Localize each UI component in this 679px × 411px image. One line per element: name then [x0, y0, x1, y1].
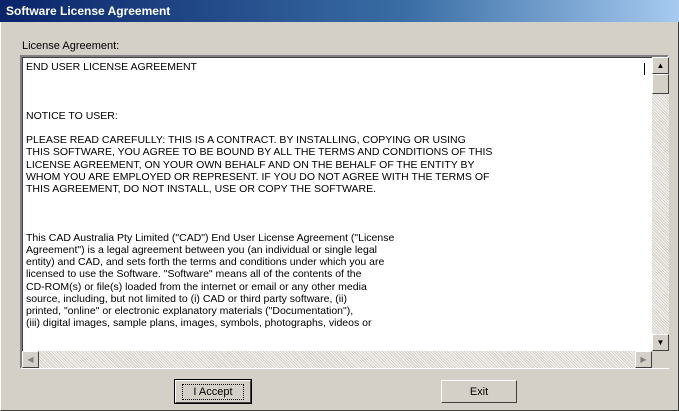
exit-button-label: Exit: [469, 385, 489, 398]
arrow-down-icon: ▼: [656, 338, 665, 347]
arrow-up-icon: ▲: [656, 61, 665, 70]
vertical-scroll-thumb[interactable]: [652, 74, 669, 94]
scroll-left-button[interactable]: ◀: [22, 351, 39, 368]
scroll-up-button[interactable]: ▲: [652, 57, 669, 74]
scroll-down-button[interactable]: ▼: [652, 334, 669, 351]
accept-button[interactable]: I Accept: [174, 379, 252, 404]
arrow-right-icon: ▶: [640, 355, 647, 364]
title-bar[interactable]: Software License Agreement: [0, 0, 679, 22]
license-agreement-label: License Agreement:: [22, 40, 120, 52]
arrow-left-icon: ◀: [27, 355, 34, 364]
exit-button[interactable]: Exit: [441, 380, 517, 403]
license-text-area[interactable]: END USER LICENSE AGREEMENT NOTICE TO USE…: [20, 55, 669, 369]
license-text: END USER LICENSE AGREEMENT NOTICE TO USE…: [26, 61, 493, 330]
window-title: Software License Agreement: [6, 4, 171, 18]
text-caret: [644, 63, 645, 75]
scroll-right-button[interactable]: ▶: [635, 351, 652, 368]
scrollbar-corner: [652, 351, 669, 368]
vertical-scrollbar[interactable]: ▲ ▼: [652, 57, 669, 351]
horizontal-scrollbar[interactable]: ◀ ▶: [22, 351, 652, 368]
accept-button-label: I Accept: [182, 383, 244, 400]
